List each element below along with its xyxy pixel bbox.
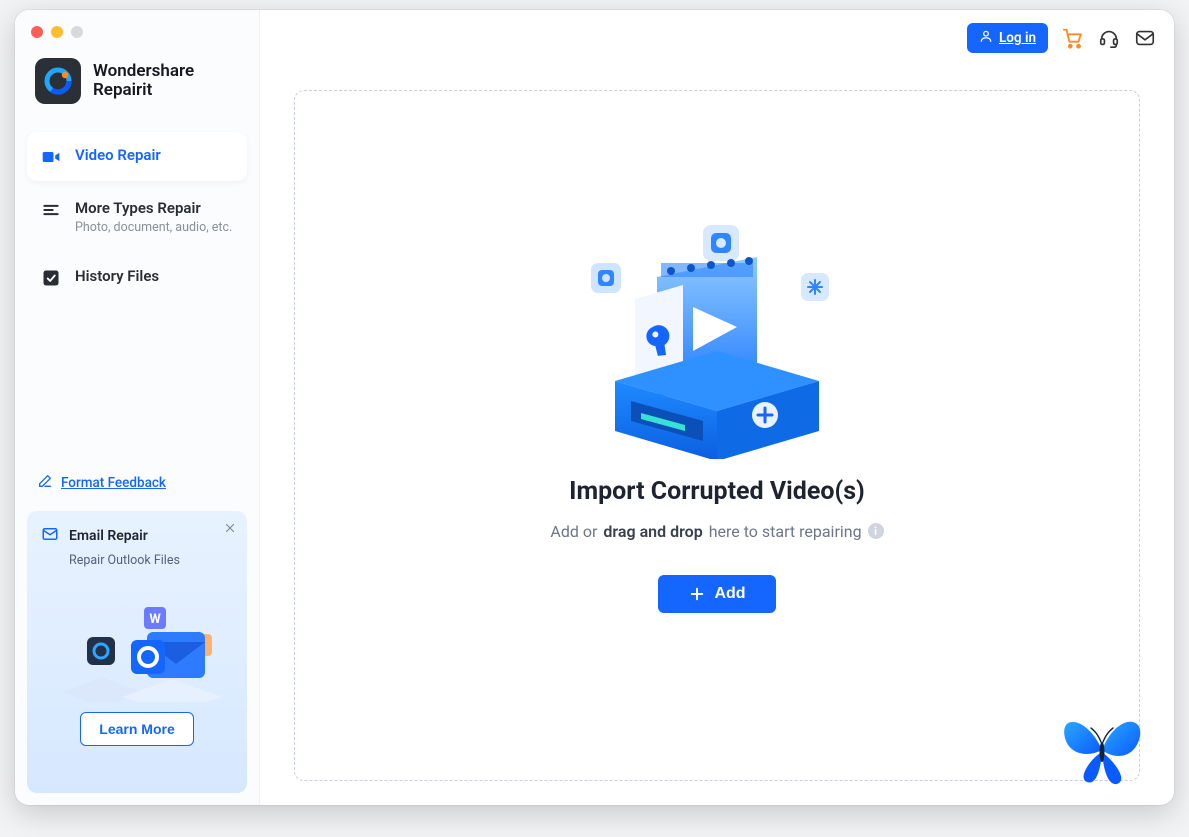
sidebar-item-label: Video Repair [75,146,161,164]
mail-icon [41,525,59,547]
feedback-label: Format Feedback [61,475,166,491]
add-button[interactable]: Add [658,575,775,613]
close-icon[interactable] [221,519,239,537]
import-illustration [587,219,847,459]
import-sub-prefix: Add or [550,522,597,541]
svg-text:W: W [149,612,161,627]
butterfly-icon [1057,708,1147,788]
brand: Wondershare Repairit [27,58,247,128]
promo-illustration: W P [41,582,233,702]
mail-icon[interactable] [1134,27,1156,49]
promo-title: Email Repair [69,528,148,544]
sidebar-item-sublabel: Photo, document, audio, etc. [75,220,232,235]
learn-more-button[interactable]: Learn More [80,712,193,746]
app-logo-icon [35,58,81,104]
sidebar-item-more-types[interactable]: More Types Repair Photo, document, audio… [27,185,247,249]
sidebar: Wondershare Repairit Video Repair [15,10,260,805]
user-icon [979,29,993,47]
window-controls [31,26,83,38]
sidebar-nav: Video Repair More Types Repair Photo, do… [27,132,247,302]
info-icon[interactable]: i [868,523,884,539]
app-window: Wondershare Repairit Video Repair [15,10,1174,805]
edit-icon [37,473,53,493]
login-button[interactable]: Log in [967,23,1048,53]
list-icon [41,200,61,220]
promo-card: Email Repair Repair Outlook Files W [27,511,247,793]
import-drop-area[interactable]: Import Corrupted Video(s) Add or drag an… [294,90,1140,781]
brand-line2: Repairit [93,81,194,100]
minimize-window-icon[interactable] [51,26,63,38]
headset-icon[interactable] [1098,27,1120,49]
sidebar-item-video-repair[interactable]: Video Repair [27,132,247,181]
check-square-icon [41,268,61,288]
import-sub-suffix: here to start repairing [709,522,862,541]
brand-line1: Wondershare [93,62,194,81]
sidebar-item-label: History Files [75,267,159,285]
format-feedback-link[interactable]: Format Feedback [27,467,247,507]
import-sub-bold: drag and drop [603,522,702,541]
login-label: Log in [999,30,1036,46]
maximize-window-icon[interactable] [71,26,83,38]
close-window-icon[interactable] [31,26,43,38]
promo-subtitle: Repair Outlook Files [69,553,233,568]
sidebar-item-history[interactable]: History Files [27,253,247,302]
sidebar-item-label: More Types Repair [75,199,232,217]
plus-icon [688,585,706,603]
brand-text: Wondershare Repairit [93,62,194,99]
topbar: Log in [260,10,1174,66]
cart-icon[interactable] [1062,27,1084,49]
video-camera-icon [41,147,61,167]
add-label: Add [714,585,745,603]
import-title: Import Corrupted Video(s) [569,477,865,506]
import-subtitle: Add or drag and drop here to start repai… [550,522,883,541]
main-panel: Log in [260,10,1174,805]
